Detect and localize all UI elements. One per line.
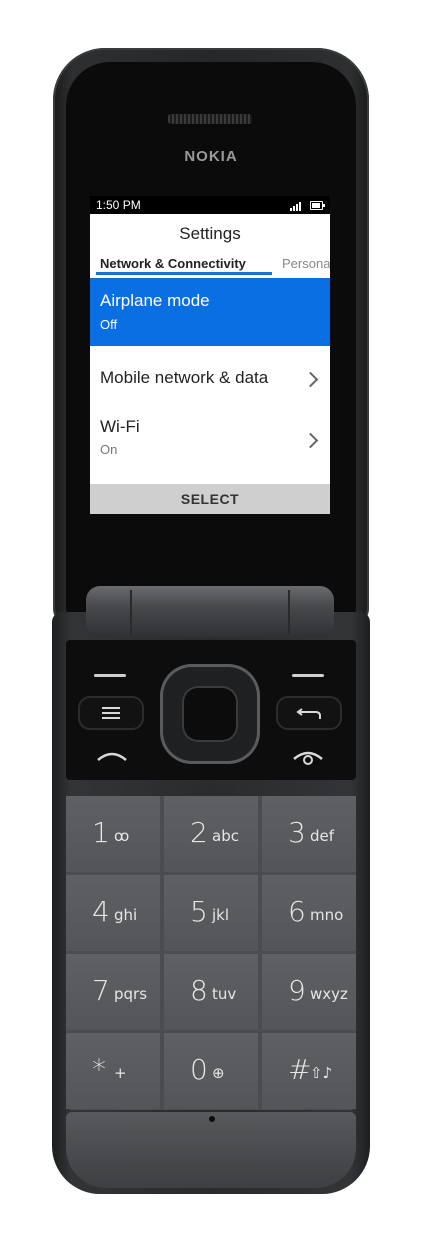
key-number: 1 — [92, 816, 110, 849]
list-item-title: Mobile network & data — [100, 368, 269, 387]
battery-icon — [310, 201, 323, 210]
key-hash[interactable]: # ⇧♪ — [262, 1033, 356, 1109]
status-time: 1:50 PM — [96, 198, 141, 212]
call-button[interactable] — [92, 744, 132, 766]
key-number: 7 — [92, 974, 110, 1007]
list-item-wifi[interactable]: Wi-Fi On — [90, 408, 330, 472]
signal-icon — [290, 202, 304, 211]
back-button[interactable] — [276, 696, 342, 730]
menu-icon — [102, 707, 120, 719]
key-letters: pqrs — [114, 985, 148, 1003]
dpad-center-button[interactable] — [182, 686, 238, 742]
key-2[interactable]: 2 abc — [164, 796, 258, 872]
tab-bar: Network & Connectivity Persona — [90, 254, 330, 276]
key-number: # — [288, 1053, 312, 1086]
key-6[interactable]: 6 mno — [262, 875, 356, 951]
options-button[interactable] — [78, 696, 144, 730]
key-letters: abc — [212, 827, 239, 845]
key-0[interactable]: 0 ⊕ — [164, 1033, 258, 1109]
list-item-subtitle: On — [100, 442, 118, 457]
tab-active-indicator — [96, 272, 272, 275]
keypad: 1 ꝏ 2 abc 3 def 4 ghi 5 jkl 6 mno 7 pqrs… — [66, 796, 356, 1110]
key-number: 5 — [190, 895, 208, 928]
key-letters: mno — [310, 906, 344, 924]
key-number: 2 — [190, 816, 208, 849]
softkey-select[interactable]: SELECT — [90, 484, 330, 514]
right-softkey-indicator — [292, 674, 324, 677]
battery-tip-icon — [323, 204, 325, 207]
power-icon — [303, 755, 313, 765]
key-number: 9 — [288, 974, 306, 1007]
chevron-right-icon — [302, 432, 319, 449]
key-number: 0 — [190, 1053, 208, 1086]
left-softkey-indicator — [94, 674, 126, 677]
tab-network-connectivity[interactable]: Network & Connectivity — [100, 256, 246, 271]
key-number: * — [92, 1053, 106, 1086]
key-8[interactable]: 8 tuv — [164, 954, 258, 1030]
brand-logo: NOKIA — [184, 148, 238, 165]
end-call-button[interactable] — [288, 744, 328, 768]
phone-bottom-lip — [66, 1112, 356, 1188]
microphone — [209, 1116, 215, 1122]
status-bar: 1:50 PM — [90, 196, 330, 214]
tab-personalization[interactable]: Persona — [282, 256, 330, 271]
key-letters: jkl — [212, 906, 230, 924]
key-letters: tuv — [212, 985, 237, 1003]
key-9[interactable]: 9 wxyz — [262, 954, 356, 1030]
list-item-title: Wi-Fi — [100, 417, 140, 436]
key-5[interactable]: 5 jkl — [164, 875, 258, 951]
key-3[interactable]: 3 def — [262, 796, 356, 872]
voicemail-icon: ꝏ — [114, 827, 130, 845]
key-letters: def — [310, 827, 335, 845]
call-icon — [97, 752, 127, 761]
hinge-divider — [130, 590, 132, 634]
list-item-title: Airplane mode — [100, 291, 210, 310]
key-7[interactable]: 7 pqrs — [66, 954, 160, 1030]
key-letters: + — [114, 1064, 127, 1082]
key-letters: ghi — [114, 906, 138, 924]
key-number: 4 — [92, 895, 110, 928]
key-4[interactable]: 4 ghi — [66, 875, 160, 951]
globe-icon: ⊕ — [212, 1064, 225, 1082]
key-number: 8 — [190, 974, 208, 1007]
key-number: 3 — [288, 816, 306, 849]
list-item-airplane-mode[interactable]: Airplane mode Off — [90, 278, 330, 346]
list-item-subtitle: Off — [100, 317, 118, 332]
list-item-mobile-network[interactable]: Mobile network & data — [90, 346, 330, 408]
earpiece-speaker — [168, 114, 252, 124]
chevron-right-icon — [302, 371, 319, 388]
key-star[interactable]: * + — [66, 1033, 160, 1109]
key-1[interactable]: 1 ꝏ — [66, 796, 160, 872]
phone-screen: 1:50 PM Settings Network & Connectivity … — [90, 196, 330, 514]
shift-silent-icon: ⇧♪ — [310, 1064, 333, 1082]
hinge — [86, 586, 334, 638]
hinge-divider — [288, 590, 290, 634]
key-letters: wxyz — [310, 985, 348, 1003]
page-title: Settings — [179, 224, 241, 243]
back-arrow-icon — [296, 708, 321, 719]
key-number: 6 — [288, 895, 306, 928]
